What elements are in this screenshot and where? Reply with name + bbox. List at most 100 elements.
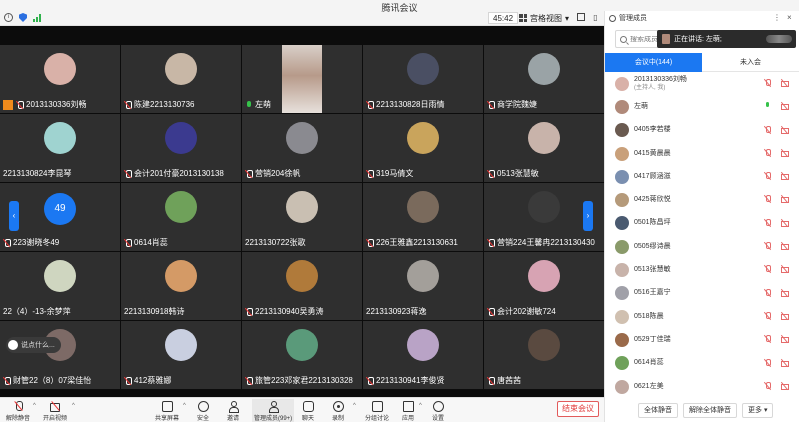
member-row[interactable]: 0501陈昌坪: [605, 212, 799, 235]
video-tile[interactable]: 319马倩文: [363, 114, 483, 182]
member-row[interactable]: 0417顾涵滋: [605, 165, 799, 188]
video-options-caret[interactable]: ^: [72, 403, 75, 409]
video-tile[interactable]: 2213130824李昆琴: [0, 114, 120, 182]
mic-muted-icon[interactable]: [764, 242, 772, 250]
audio-options-caret[interactable]: ^: [33, 403, 36, 409]
video-tile[interactable]: 22（4）-13-余梦萍: [0, 252, 120, 320]
more-button[interactable]: 更多 ▾: [742, 402, 774, 418]
video-tile[interactable]: 商学院魏婕: [484, 45, 604, 113]
video-tile[interactable]: 2213130940吴勇涛: [242, 252, 362, 320]
sidebar-toggle-icon[interactable]: ▯: [591, 13, 600, 22]
share-screen-button[interactable]: 共享屏幕: [155, 399, 179, 422]
mic-muted-icon[interactable]: [764, 195, 772, 203]
end-meeting-button[interactable]: 结束会议: [557, 401, 599, 417]
camera-off-icon[interactable]: [781, 195, 789, 204]
camera-off-icon[interactable]: [781, 102, 789, 111]
video-tile[interactable]: 旅管223邓家君2213130328: [242, 321, 362, 389]
mic-muted-icon[interactable]: [764, 311, 772, 320]
video-tile[interactable]: 2013130336刘畅: [0, 45, 120, 113]
video-tile[interactable]: 2213130918韩诗: [121, 252, 241, 320]
prev-page-button[interactable]: ‹: [9, 201, 19, 231]
camera-off-icon[interactable]: [781, 219, 789, 227]
start-video-button[interactable]: 开启视频: [43, 399, 67, 422]
mic-muted-icon[interactable]: [764, 172, 772, 180]
next-page-button[interactable]: ›: [583, 201, 593, 231]
record-options-caret[interactable]: ^: [353, 403, 356, 409]
camera-off-icon[interactable]: [781, 335, 789, 344]
mic-muted-icon[interactable]: [764, 79, 772, 87]
mic-muted-icon[interactable]: [764, 288, 772, 297]
apps-options-caret[interactable]: ^: [419, 403, 422, 409]
info-icon[interactable]: i: [4, 13, 13, 22]
unmute-all-button[interactable]: 解除全体静音: [683, 402, 737, 418]
chat-button[interactable]: 聊天: [302, 399, 314, 422]
security-button[interactable]: 安全: [197, 399, 209, 422]
camera-off-icon[interactable]: [781, 312, 789, 320]
video-tile[interactable]: 226王雅鑫2213130631: [363, 183, 483, 251]
member-row[interactable]: 0505缪诗晨: [605, 235, 799, 258]
video-tile[interactable]: 会计201付豪2013130138: [121, 114, 241, 182]
view-mode-button[interactable]: 宫格视图 ▾: [519, 12, 569, 24]
breakout-rooms-button[interactable]: 分组讨论: [365, 399, 389, 422]
camera-off-icon[interactable]: [781, 382, 789, 390]
camera-off-icon[interactable]: [781, 172, 789, 181]
video-tile[interactable]: 0513张慧敏: [484, 114, 604, 182]
video-tile[interactable]: 0614肖蕊: [121, 183, 241, 251]
camera-off-icon[interactable]: [781, 79, 789, 87]
video-tile[interactable]: 左萌: [242, 45, 362, 113]
fullscreen-icon[interactable]: [577, 13, 585, 21]
mic-muted-icon[interactable]: [764, 265, 772, 273]
video-tile[interactable]: 2213130923蒋逸: [363, 252, 483, 320]
mic-muted-icon[interactable]: [764, 148, 772, 157]
unmute-button[interactable]: 解除静音: [6, 399, 30, 422]
chat-quick-input[interactable]: 说点什么...: [6, 337, 61, 353]
camera-off-icon[interactable]: [781, 289, 789, 297]
video-tile[interactable]: 财管22（8）07梁佳怡: [0, 321, 120, 389]
tab-not-joined[interactable]: 未入会: [702, 53, 799, 72]
video-tile[interactable]: 2213130828日雨情: [363, 45, 483, 113]
video-tile[interactable]: 412蔡雅娜: [121, 321, 241, 389]
avatar: [528, 329, 560, 361]
member-row[interactable]: 0614肖蕊: [605, 352, 799, 375]
video-tile[interactable]: 唐茜茜: [484, 321, 604, 389]
member-row[interactable]: 0516王嘉宁: [605, 282, 799, 305]
camera-off-icon[interactable]: [781, 149, 789, 157]
manage-members-button[interactable]: 管理成员(99+): [252, 399, 295, 422]
mic-active-icon[interactable]: [764, 102, 772, 110]
member-row[interactable]: 0415黄晨晨: [605, 142, 799, 165]
camera-off-icon[interactable]: [781, 242, 789, 251]
close-icon[interactable]: ×: [787, 13, 792, 22]
invite-button[interactable]: 邀请: [227, 399, 239, 422]
member-row[interactable]: 0405李若楼: [605, 119, 799, 142]
mic-muted-icon[interactable]: [764, 335, 772, 343]
signal-icon[interactable]: [33, 13, 41, 22]
video-tile[interactable]: 会计202谢敏724: [484, 252, 604, 320]
more-icon[interactable]: ⋮: [773, 13, 781, 22]
share-options-caret[interactable]: ^: [183, 403, 186, 409]
camera-off-icon[interactable]: [781, 265, 789, 274]
member-row[interactable]: 2013130336刘畅 (主持人, 我): [605, 72, 799, 95]
mic-muted-icon[interactable]: [764, 218, 772, 227]
video-tile[interactable]: 2213130941李俊贤: [363, 321, 483, 389]
member-row[interactable]: 0513张慧敏: [605, 258, 799, 281]
member-row[interactable]: 0621左美: [605, 375, 799, 398]
settings-button[interactable]: 设置: [432, 399, 444, 422]
member-row[interactable]: 0529丁佳瑞: [605, 328, 799, 351]
video-tile[interactable]: 陈建2213130736: [121, 45, 241, 113]
video-tile[interactable]: 营销204徐帆: [242, 114, 362, 182]
record-button[interactable]: 录制: [332, 399, 344, 422]
video-tile[interactable]: 2213130722张歌: [242, 183, 362, 251]
member-row[interactable]: 0425蒋欣悦: [605, 188, 799, 211]
member-row[interactable]: 0518陈晨: [605, 305, 799, 328]
mute-all-button[interactable]: 全体静音: [638, 402, 678, 418]
mic-muted-icon[interactable]: [764, 125, 772, 134]
camera-off-icon[interactable]: [781, 359, 789, 367]
mic-muted-icon[interactable]: [764, 381, 772, 390]
tab-in-meeting[interactable]: 会议中(144): [605, 53, 702, 72]
apps-button[interactable]: 应用: [402, 399, 414, 422]
member-row[interactable]: 左萌: [605, 95, 799, 118]
shield-icon[interactable]: [19, 13, 27, 22]
mic-muted-icon[interactable]: [764, 358, 772, 367]
participant-name: 22（4）-13-余梦萍: [3, 307, 71, 316]
camera-off-icon[interactable]: [781, 126, 789, 134]
